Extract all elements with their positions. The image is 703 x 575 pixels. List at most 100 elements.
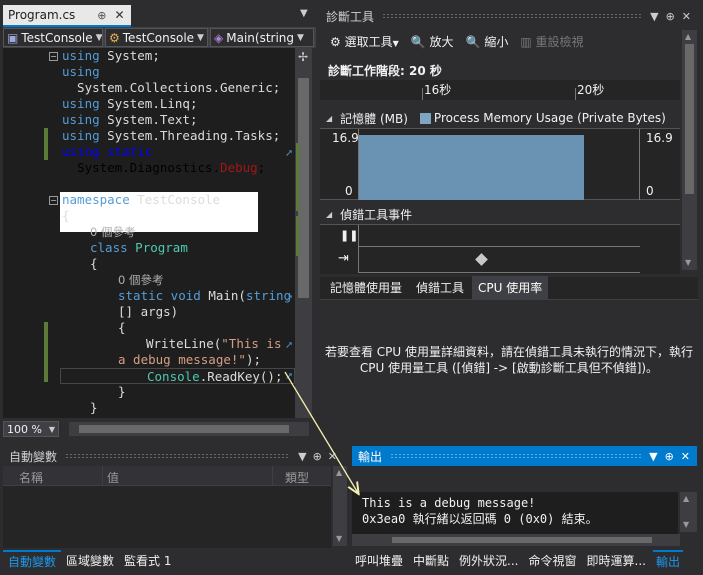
class-combo[interactable]: ⚙ TestConsole ▼ [105,28,208,47]
tab-immediate-window[interactable]: 即時運算... [584,551,649,570]
class-icon: ⚙ [109,30,120,45]
csharp-project-icon: ▣ [7,30,19,45]
scroll-down-icon[interactable]: ▼ [685,258,691,267]
pin-icon[interactable]: ⊕ [313,450,322,463]
navigation-bar: ▣ TestConsole ▼ ⚙ TestConsole ▼ ◈ Main(s… [3,27,316,48]
drag-handle[interactable] [390,453,642,459]
reset-view-button[interactable]: ▥ 重設檢視 [520,33,583,50]
output-horizontal-scrollbar[interactable] [352,534,680,546]
close-icon[interactable]: ✕ [328,450,337,463]
output-vertical-scrollbar[interactable]: ▲ ▼ [680,492,697,532]
memory-section-header[interactable]: ◢ 記憶體 (MB) Process Memory Usage (Private… [320,108,680,128]
collapse-triangle-icon[interactable]: ◢ [326,210,332,219]
tab-autos[interactable]: 自動變數 [3,549,62,571]
change-bar [44,128,48,160]
scroll-thumb[interactable] [79,425,289,433]
reset-view-icon: ▥ [520,34,532,49]
autos-bottom-tabs: 自動變數 區域變數 監看式 1 [3,549,343,571]
zoom-in-button[interactable]: 🔍 放大 [411,33,454,50]
diagnostics-vertical-scrollbar[interactable]: ▲ ▼ [682,30,697,270]
pin-icon[interactable]: ⊕ [666,10,675,23]
scroll-up-icon[interactable]: ▲ [336,468,342,477]
codelens-arrow-icon: ➚ [285,148,294,159]
autos-grid[interactable]: 名稱 值 類型 [3,466,331,548]
diagnostics-tabs: 記憶體使用量 偵錯工具 CPU 使用率 [320,276,698,299]
zoom-in-icon: 🔍 [410,34,426,49]
debug-event-marker[interactable] [475,253,488,266]
pin-icon[interactable]: ⊕ [97,9,106,22]
diagnostics-title-bar: 診斷工具 ▼ ⊕ ✕ [320,6,698,26]
scroll-thumb[interactable] [392,537,652,543]
output-toolbar [352,466,697,492]
pause-icon: ❚❚ [340,229,359,242]
legend-swatch [419,112,431,124]
diagnostics-session-label: 診斷工作階段: 20 秒 [328,64,442,78]
output-title-bar: 輸出 ▼ ⊕ ✕ [352,446,697,466]
zoom-out-button[interactable]: 🔍 縮小 [466,33,509,50]
column-name[interactable]: 名稱 [3,466,103,485]
tab-debugger[interactable]: 偵錯工具 [410,276,470,299]
zoom-combo[interactable]: 100 % ▼ [3,421,59,437]
collapse-icon[interactable]: − [49,196,58,205]
tab-command-window[interactable]: 命令視窗 [525,551,579,570]
debugger-events-header[interactable]: ◢ 偵錯工具事件 [320,204,680,224]
close-icon[interactable]: ✕ [681,450,690,463]
column-type[interactable]: 類型 [273,466,331,485]
scroll-up-icon[interactable]: ▲ [685,32,691,41]
editor-tab-label: Program.cs [8,8,76,22]
autos-vertical-scrollbar[interactable]: ▲ ▼ [333,466,347,546]
scroll-thumb[interactable] [685,44,694,194]
memory-chart[interactable]: 16.9 0 16.9 0 [320,128,680,200]
editor-vertical-scrollbar[interactable]: ✢ [295,48,312,418]
collapse-triangle-icon[interactable]: ◢ [326,114,332,123]
project-combo[interactable]: ▣ TestConsole ▼ [3,28,103,47]
close-icon[interactable]: ✕ [682,10,691,23]
close-icon[interactable]: ✕ [115,8,125,22]
timeline-ruler[interactable]: 16秒 20秒 [320,80,680,100]
column-value[interactable]: 值 [103,466,273,485]
tab-call-stack[interactable]: 呼叫堆疊 [352,551,406,570]
code-editor[interactable]: − − using System; using System.Collectio… [3,48,295,418]
chevron-down-icon: ▼ [48,424,55,434]
chevron-down-icon: ▼ [197,32,204,43]
cpu-usage-panel: 若要查看 CPU 使用量詳細資料，請在偵錯工具未執行的情況下，執行 CPU 使用… [320,299,698,418]
tab-breakpoints[interactable]: 中斷點 [410,551,452,570]
select-tool-button[interactable]: ⚙ 選取工具▼ [330,33,399,50]
change-marker [296,143,299,211]
tab-watch-1[interactable]: 監看式 1 [119,551,176,570]
tab-cpu-usage[interactable]: CPU 使用率 [472,276,549,299]
drag-handle[interactable] [65,453,291,459]
dropdown-icon[interactable]: ▼ [650,10,658,23]
drag-handle[interactable] [382,13,643,19]
debugger-events-timeline[interactable]: ❚❚ ⇥ [320,224,680,274]
tab-locals[interactable]: 區域變數 [61,551,119,570]
change-marker [296,216,299,256]
scroll-down-icon[interactable]: ▼ [336,534,342,543]
chevron-down-icon: ▼ [95,32,103,43]
collapse-icon[interactable]: − [49,52,58,61]
diagnostics-toolbar: ⚙ 選取工具▼ 🔍 放大 🔍 縮小 ▥ 重設檢視 [320,30,680,52]
change-bar [44,322,48,382]
codelens-arrow-icon: ➚ [285,371,294,382]
split-icon[interactable]: ✢ [298,50,308,64]
editor-tab-program-cs[interactable]: Program.cs ⊕ ✕ [3,5,131,27]
scroll-up-icon[interactable]: ▲ [683,494,689,503]
tab-exception-settings[interactable]: 例外狀況... [456,551,521,570]
autos-grid-header: 名稱 值 類型 [3,466,331,486]
output-bottom-tabs: 呼叫堆疊 中斷點 例外狀況... 命令視窗 即時運算... 輸出 [352,549,698,571]
dropdown-icon[interactable]: ▼ [298,450,306,463]
dropdown-icon[interactable]: ▼ [649,450,657,463]
memory-usage-area [359,135,584,200]
editor-horizontal-scrollbar[interactable] [69,422,309,436]
codelens-arrow-icon: ➚ [285,340,294,351]
tab-memory-usage[interactable]: 記憶體使用量 [324,276,408,299]
editor-status-bar: 100 % ▼ [3,420,316,438]
scroll-down-icon[interactable]: ▼ [683,520,689,529]
pin-icon[interactable]: ⊕ [665,450,674,463]
cpu-usage-message: 若要查看 CPU 使用量詳細資料，請在偵錯工具未執行的情況下，執行 CPU 使用… [324,345,694,375]
tab-list-dropdown-icon[interactable]: ▼ [300,8,308,19]
tab-output[interactable]: 輸出 [652,549,683,571]
autos-title-bar: 自動變數 ▼ ⊕ ✕ [9,449,337,464]
member-combo[interactable]: ◈ Main(string ▼ [210,28,314,47]
scroll-thumb[interactable] [298,78,309,298]
